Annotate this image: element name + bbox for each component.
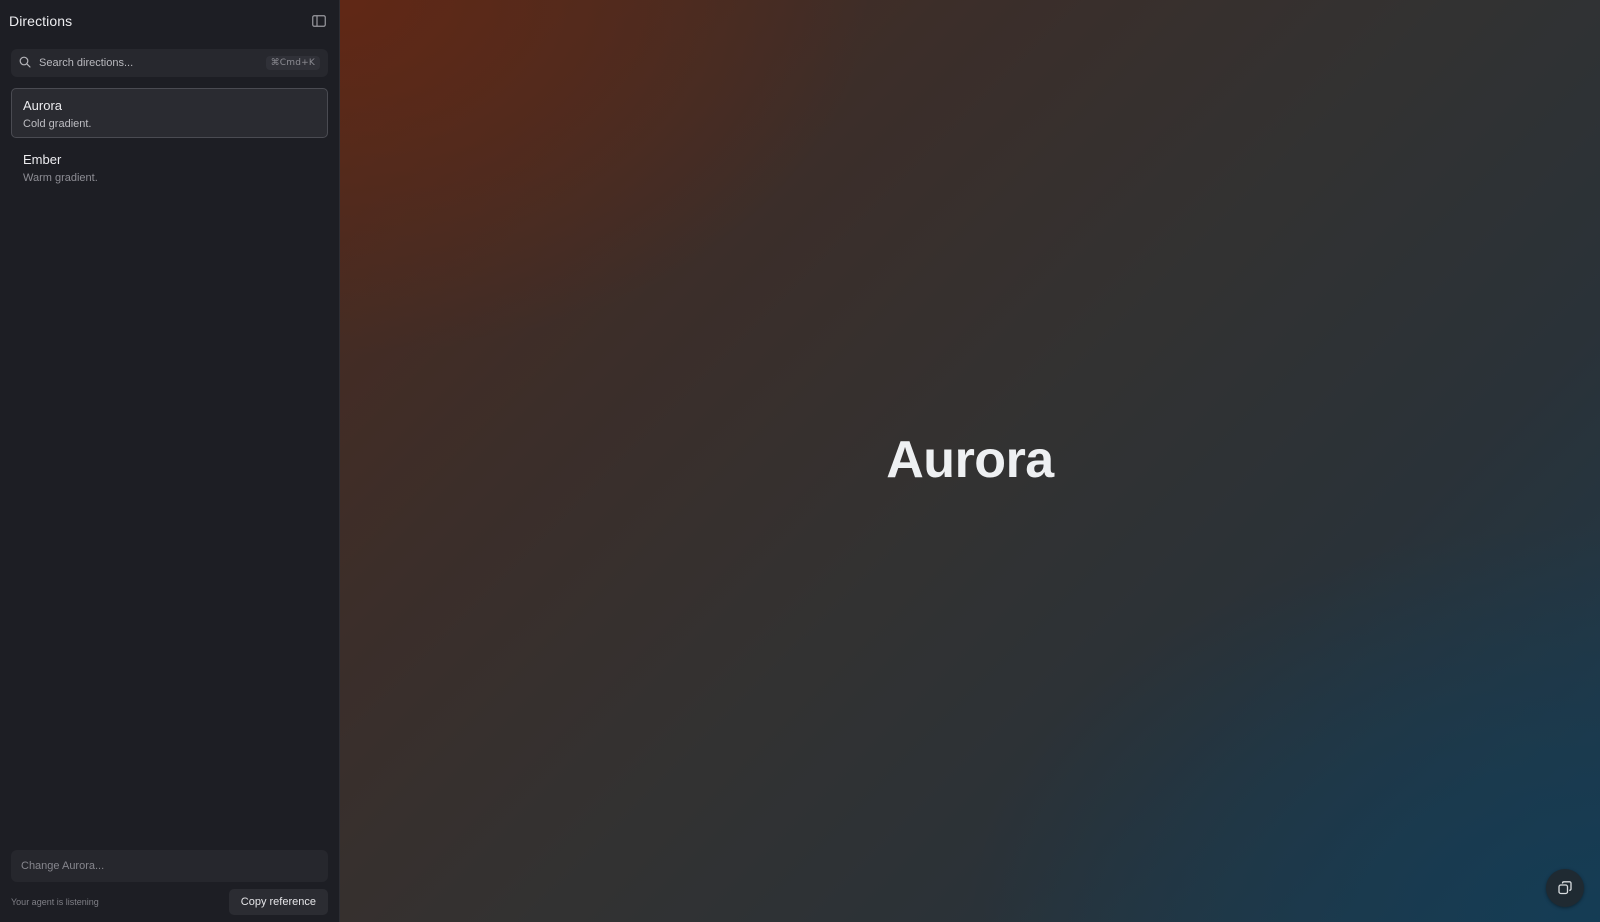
sidebar-title: Directions	[9, 13, 73, 29]
preview-canvas: Aurora	[340, 0, 1600, 922]
copy-windows-icon[interactable]	[1546, 869, 1584, 907]
direction-description: Warm gradient.	[23, 172, 98, 184]
sidebar-panel-icon[interactable]	[310, 12, 328, 30]
sidebar-footer: Your agent is listening Copy reference	[11, 889, 328, 915]
change-input[interactable]	[21, 860, 318, 872]
directions-list: Aurora Cold gradient. Ember Warm gradien…	[0, 88, 339, 192]
sidebar-header: Directions	[0, 0, 339, 42]
direction-name: Ember	[23, 152, 62, 167]
shortcut-hint: ⌘Cmd+K	[265, 56, 320, 70]
sidebar: Directions ⌘Cmd+K Aurora Cold grad	[0, 0, 340, 922]
search-box: ⌘Cmd+K	[11, 49, 328, 77]
search-input[interactable]	[39, 57, 266, 69]
app-root: Directions ⌘Cmd+K Aurora Cold grad	[0, 0, 1600, 922]
direction-name: Aurora	[23, 98, 63, 113]
direction-item-aurora[interactable]: Aurora Cold gradient.	[11, 88, 328, 138]
agent-status: Your agent is listening	[11, 897, 99, 907]
copy-reference-button[interactable]: Copy reference	[228, 889, 328, 915]
direction-item-ember[interactable]: Ember Warm gradient.	[11, 142, 328, 192]
direction-description: Cold gradient.	[23, 118, 92, 130]
change-box	[11, 850, 328, 882]
preview-title: Aurora	[886, 431, 1054, 489]
search-icon	[19, 56, 33, 70]
